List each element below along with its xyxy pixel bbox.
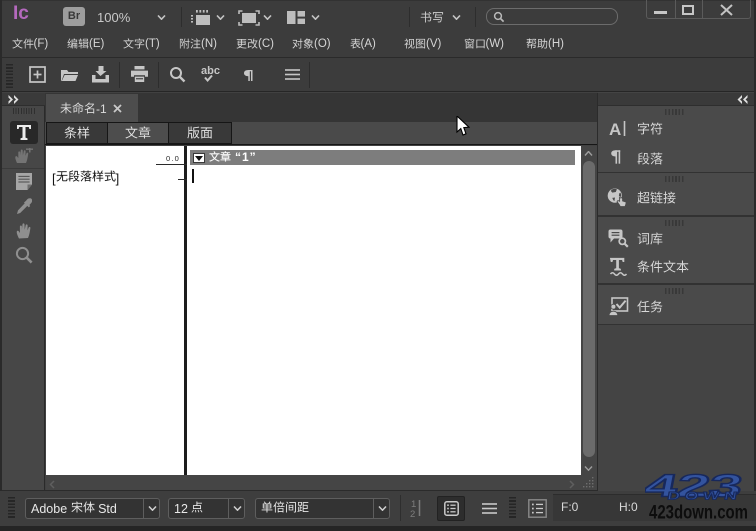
svg-text:423down.com: 423down.com [649, 501, 748, 523]
svg-text:abc: abc [201, 65, 220, 77]
svg-text:A: A [609, 120, 621, 137]
svg-text:2: 2 [410, 509, 415, 519]
